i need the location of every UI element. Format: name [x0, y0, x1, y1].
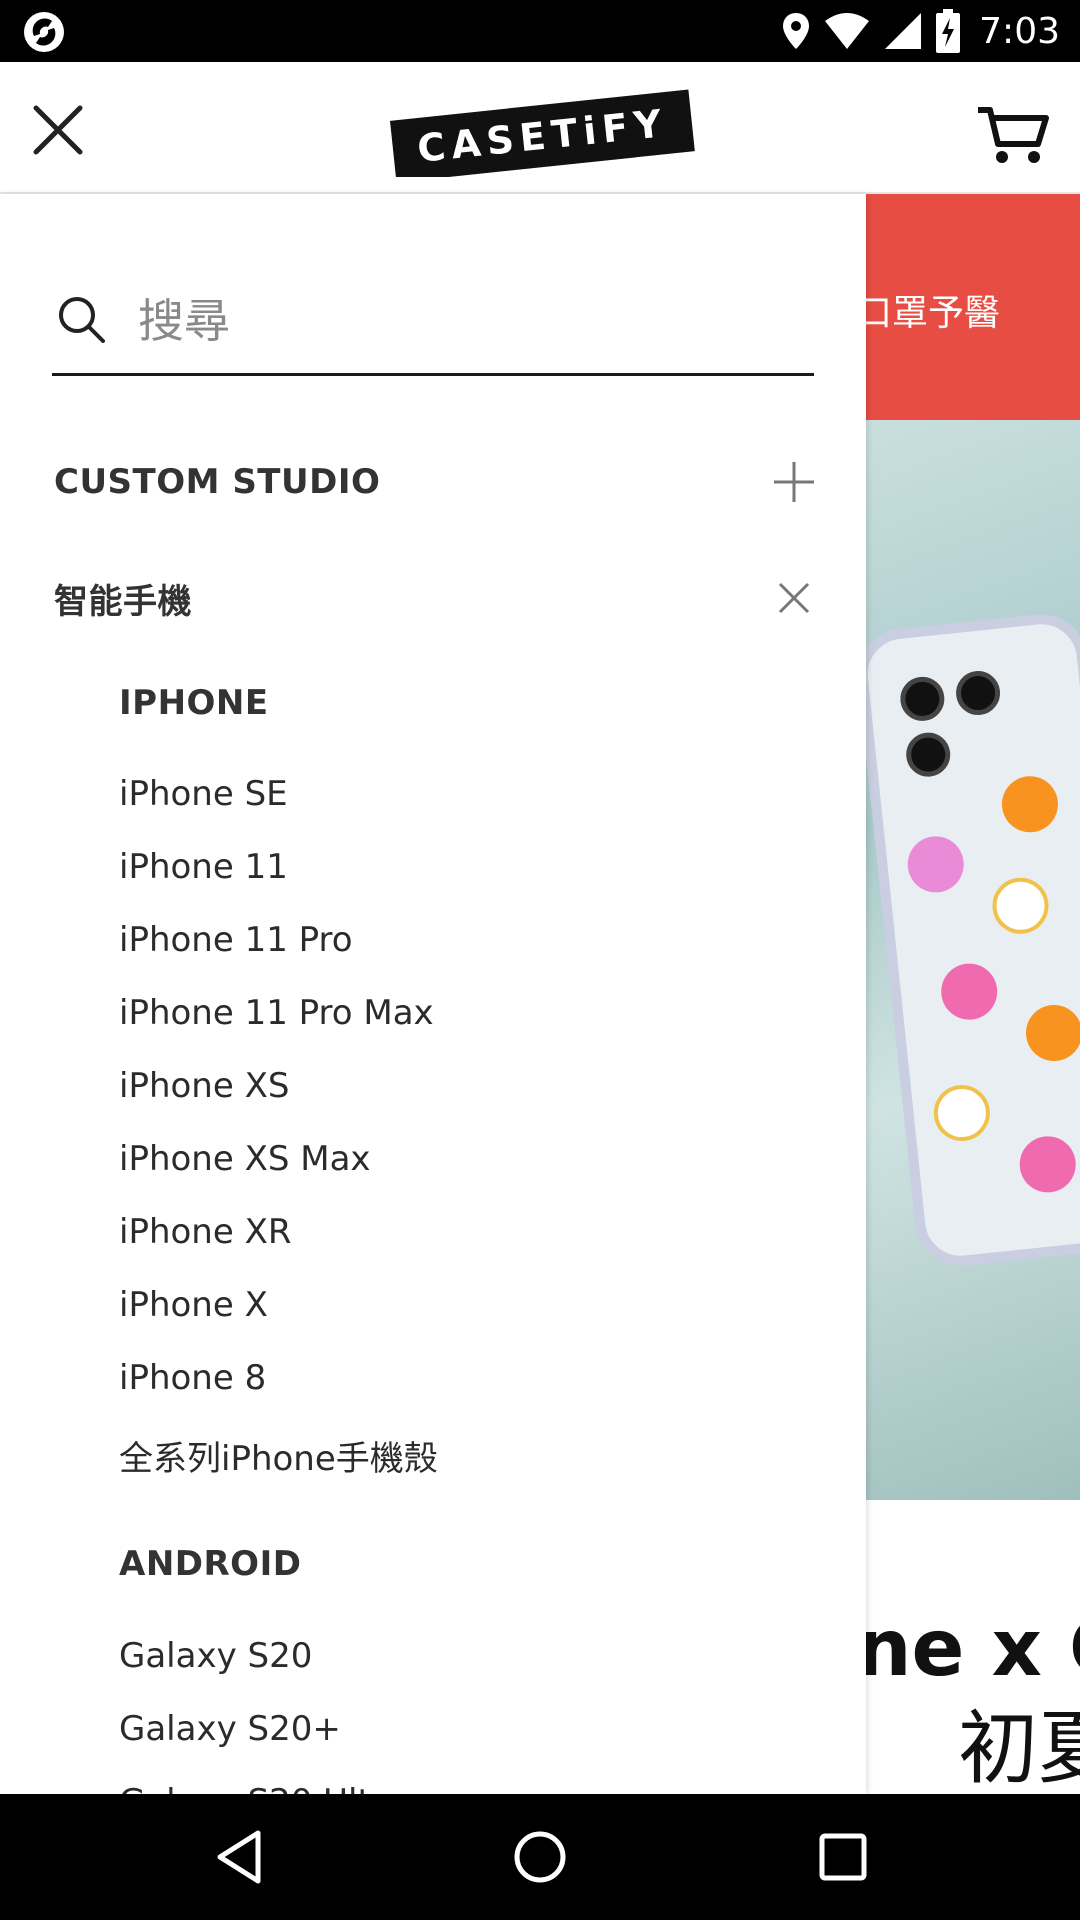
system-icons: 7:03 — [781, 0, 1060, 62]
banner-text: 口罩予醫 — [866, 293, 1001, 334]
menu-item-galaxy-s20-ultra[interactable]: Galaxy S20 Ultra — [119, 1782, 406, 1794]
search-icon — [59, 297, 105, 343]
subheadline-fragment: 初夏 — [958, 1702, 1080, 1794]
menu-item-iphone-8[interactable]: iPhone 8 — [119, 1358, 266, 1398]
location-icon — [783, 13, 810, 49]
casetify-logo[interactable]: CASETiFY — [386, 87, 698, 177]
close-menu-button[interactable] — [30, 102, 86, 158]
navigation-drawer: CUSTOM STUDIO 智能手機 IPHONE iPhone SE iPho… — [0, 194, 866, 1794]
android-group-title: ANDROID — [119, 1544, 302, 1584]
menu-item-all-iphone-cases[interactable]: 全系列iPhone手機殼 — [119, 1431, 438, 1480]
battery-charging-icon — [936, 9, 961, 53]
menu-item-iphone-se[interactable]: iPhone SE — [119, 774, 288, 814]
menu-item-iphone-11[interactable]: iPhone 11 — [119, 847, 288, 887]
search-input[interactable] — [138, 286, 778, 356]
menu-item-iphone-xr[interactable]: iPhone XR — [119, 1212, 292, 1252]
status-bar: 7:03 — [0, 0, 1080, 62]
custom-studio-label: CUSTOM STUDIO — [54, 462, 381, 502]
cart-icon[interactable] — [976, 104, 1050, 166]
smartphones-label: 智能手機 — [54, 581, 192, 622]
hero-image[interactable] — [866, 420, 1080, 1500]
menu-section-custom-studio[interactable]: CUSTOM STUDIO — [54, 452, 816, 512]
menu-item-galaxy-s20[interactable]: Galaxy S20 — [119, 1636, 312, 1676]
back-icon[interactable] — [210, 1827, 270, 1887]
app-header: CASETiFY — [0, 62, 1080, 194]
phone-case-image — [866, 609, 1080, 1271]
status-time: 7:03 — [979, 10, 1060, 52]
menu-item-iphone-11-pro-max[interactable]: iPhone 11 Pro Max — [119, 993, 434, 1033]
app-notification-icon — [24, 12, 64, 52]
wifi-icon — [825, 13, 870, 49]
promo-banner[interactable]: 口罩予醫 — [866, 194, 1080, 420]
menu-item-iphone-xs-max[interactable]: iPhone XS Max — [119, 1139, 371, 1179]
headline-fragment: ne x CA — [866, 1604, 1080, 1694]
menu-section-smartphones[interactable]: 智能手機 — [54, 568, 816, 628]
system-nav-bar — [0, 1794, 1080, 1920]
menu-item-iphone-11-pro[interactable]: iPhone 11 Pro — [119, 920, 353, 960]
iphone-group-title: IPHONE — [119, 683, 269, 723]
collapse-x-icon[interactable] — [772, 576, 816, 620]
signal-icon — [885, 13, 922, 49]
recents-icon[interactable] — [813, 1827, 873, 1887]
background-page-peek: 口罩予醫 ne x CA 初夏 — [866, 194, 1080, 1794]
menu-item-galaxy-s20-plus[interactable]: Galaxy S20+ — [119, 1709, 341, 1749]
menu-item-iphone-x[interactable]: iPhone X — [119, 1285, 268, 1325]
expand-plus-icon[interactable] — [772, 460, 816, 504]
menu-item-iphone-xs[interactable]: iPhone XS — [119, 1066, 289, 1106]
home-icon[interactable] — [510, 1827, 570, 1887]
search-bar — [52, 274, 814, 376]
